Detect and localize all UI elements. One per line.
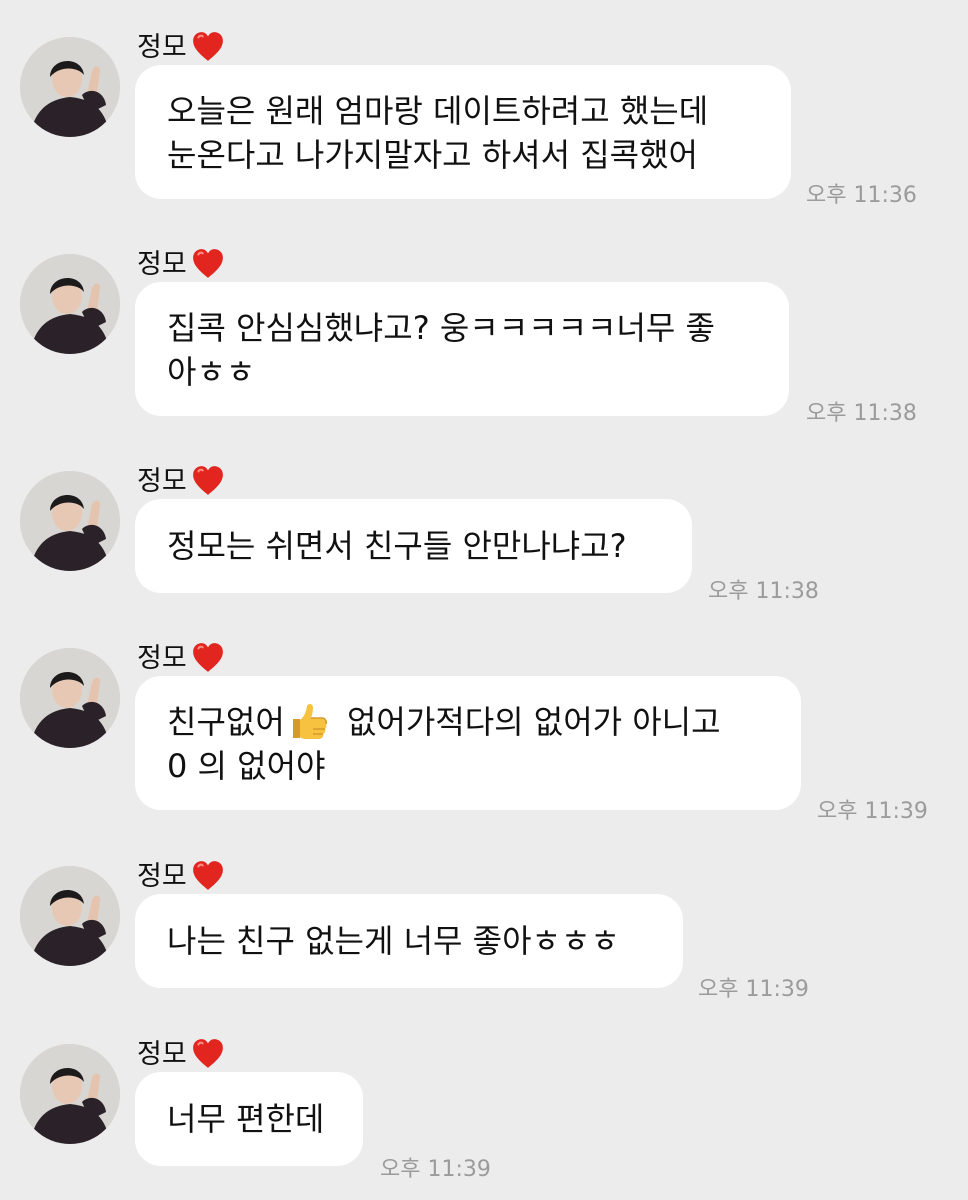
message-group: 정모 너무 편한데 오후 11:39: [0, 1034, 968, 1184]
profile-photo-icon: [20, 648, 120, 748]
sender-name: 정모: [137, 248, 187, 280]
avatar[interactable]: [20, 866, 120, 966]
message-bubble[interactable]: 나는 친구 없는게 너무 좋아ㅎㅎㅎ: [135, 894, 683, 988]
sender-name: 정모: [137, 1038, 187, 1070]
sender-name: 정모: [137, 642, 187, 674]
message-text: 정모는 쉬면서 친구들 안만나냐고?: [167, 527, 627, 565]
message-timestamp: 오후 11:38: [806, 401, 917, 426]
message-bubble[interactable]: 집콕 안심심했냐고? 웅ㅋㅋㅋㅋㅋ너무 좋 아ㅎㅎ: [135, 282, 789, 416]
message-group: 정모 집콕 안심심했냐고? 웅ㅋㅋㅋㅋㅋ너무 좋 아ㅎㅎ 오후 11:38: [0, 244, 968, 426]
sender-label: 정모: [137, 461, 225, 501]
message-bubble[interactable]: 너무 편한데: [135, 1072, 363, 1166]
chat-area: 정모 오늘은 원래 엄마랑 데이트하려고 했는데 눈온다고 나가지말자고 하셔서…: [0, 0, 968, 1200]
message-timestamp: 오후 11:39: [698, 977, 809, 1002]
red-heart-icon: [191, 464, 225, 498]
sender-label: 정모: [137, 856, 225, 896]
message-text: 없어가적다의 없어가 아니고: [336, 703, 721, 741]
profile-photo-icon: [20, 471, 120, 571]
profile-photo-icon: [20, 254, 120, 354]
avatar[interactable]: [20, 1044, 120, 1144]
message-bubble[interactable]: 친구없어 없어가적다의 없어가 아니고 0 의 없어야: [135, 676, 801, 810]
profile-photo-icon: [20, 37, 120, 137]
message-group: 정모 나는 친구 없는게 너무 좋아ㅎㅎㅎ 오후 11:39: [0, 856, 968, 1006]
sender-label: 정모: [137, 638, 225, 678]
message-text: 집콕 안심심했냐고? 웅ㅋㅋㅋㅋㅋ너무 좋: [167, 309, 715, 347]
red-heart-icon: [191, 859, 225, 893]
avatar[interactable]: [20, 471, 120, 571]
profile-photo-icon: [20, 1044, 120, 1144]
sender-label: 정모: [137, 244, 225, 284]
message-text: 오늘은 원래 엄마랑 데이트하려고 했는데: [167, 92, 709, 130]
message-line: 친구없어 없어가적다의 없어가 아니고: [167, 700, 769, 744]
red-heart-icon: [191, 247, 225, 281]
avatar[interactable]: [20, 37, 120, 137]
message-group: 정모 정모는 쉬면서 친구들 안만나냐고? 오후 11:38: [0, 461, 968, 611]
message-timestamp: 오후 11:38: [708, 579, 819, 604]
message-text: 나는 친구 없는게 너무 좋아ㅎㅎㅎ: [167, 922, 620, 960]
profile-photo-icon: [20, 866, 120, 966]
message-text: 친구없어: [167, 703, 285, 741]
sender-name: 정모: [137, 31, 187, 63]
message-group: 정모 친구없어 없어가적다의 없어가 아니고 0 의 없어야 오후 11:39: [0, 638, 968, 824]
message-bubble[interactable]: 오늘은 원래 엄마랑 데이트하려고 했는데 눈온다고 나가지말자고 하셔서 집콕…: [135, 65, 791, 199]
red-heart-icon: [191, 641, 225, 675]
message-timestamp: 오후 11:39: [817, 799, 928, 824]
red-heart-icon: [191, 1037, 225, 1071]
message-text: 너무 편한데: [167, 1100, 325, 1138]
message-group: 정모 오늘은 원래 엄마랑 데이트하려고 했는데 눈온다고 나가지말자고 하셔서…: [0, 27, 968, 208]
message-text: 눈온다고 나가지말자고 하셔서 집콕했어: [167, 136, 698, 174]
message-bubble[interactable]: 정모는 쉬면서 친구들 안만나냐고?: [135, 499, 692, 593]
message-text: 0 의 없어야: [167, 747, 326, 785]
sender-label: 정모: [137, 1034, 225, 1074]
message-timestamp: 오후 11:39: [380, 1157, 491, 1182]
sender-name: 정모: [137, 860, 187, 892]
thumbs-up-icon: [289, 701, 329, 741]
message-timestamp: 오후 11:36: [806, 183, 917, 208]
avatar[interactable]: [20, 254, 120, 354]
sender-name: 정모: [137, 465, 187, 497]
message-text: 아ㅎㅎ: [167, 353, 256, 391]
avatar[interactable]: [20, 648, 120, 748]
red-heart-icon: [191, 30, 225, 64]
sender-label: 정모: [137, 27, 225, 67]
